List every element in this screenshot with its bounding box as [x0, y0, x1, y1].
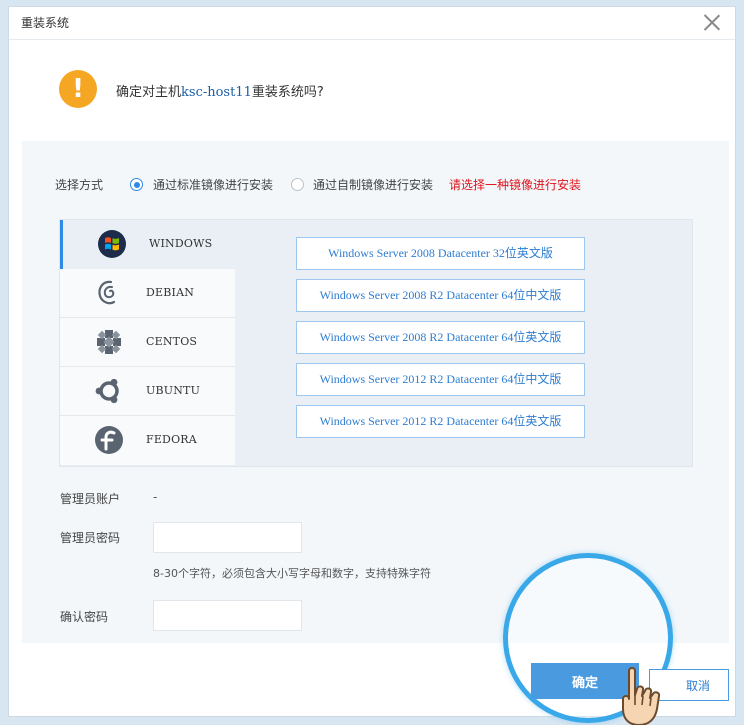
os-item-windows[interactable]: WINDOWS [60, 220, 235, 269]
os-item-fedora[interactable]: FEDORA [60, 416, 235, 465]
os-item-ubuntu[interactable]: UBUNTU [60, 367, 235, 416]
select-image-hint: 请选择一种镜像进行安装 [449, 178, 582, 192]
dialog-titlebar: 重装系统 [9, 7, 735, 40]
os-name-centos: CENTOS [146, 335, 198, 348]
version-option[interactable]: Windows Server 2008 R2 Datacenter 64位英文版 [296, 321, 585, 354]
confirm-prefix: 确定对主机 [116, 85, 182, 100]
confirm-suffix: 重装系统吗? [251, 85, 324, 100]
confirm-password-input[interactable] [153, 600, 302, 631]
admin-account-value: - [153, 490, 158, 504]
admin-account-label: 管理员账户 [60, 492, 121, 506]
debian-icon [98, 280, 116, 305]
os-name-windows: WINDOWS [149, 237, 213, 250]
ok-button[interactable]: 确定 [531, 663, 639, 699]
admin-password-label: 管理员密码 [60, 531, 121, 545]
version-option[interactable]: Windows Server 2012 R2 Datacenter 64位中文版 [296, 363, 585, 396]
select-method-label: 选择方式 [55, 178, 104, 192]
radio-standard-image[interactable] [130, 178, 143, 191]
os-name-debian: DEBIAN [146, 286, 195, 299]
version-option[interactable]: Windows Server 2008 R2 Datacenter 64位中文版 [296, 279, 585, 312]
ubuntu-icon [95, 378, 119, 404]
os-item-debian[interactable]: DEBIAN [60, 269, 235, 318]
cancel-button[interactable]: 取消 [649, 669, 729, 701]
close-icon[interactable] [703, 13, 721, 31]
confirm-text: 确定对主机ksc-host11重装系统吗? [116, 81, 324, 100]
dialog-title: 重装系统 [21, 16, 70, 30]
fedora-icon [95, 426, 123, 454]
settings-panel: 选择方式 通过标准镜像进行安装 通过自制镜像进行安装 请选择一种镜像进行安装 W… [22, 141, 729, 643]
confirm-password-label: 确认密码 [60, 610, 109, 624]
os-selector: WINDOWS DEBIAN CENTOS UBUNTU FEDORA Wind… [59, 219, 693, 467]
radio-standard-image-label[interactable]: 通过标准镜像进行安装 [153, 176, 273, 193]
os-name-ubuntu: UBUNTU [146, 384, 201, 397]
windows-icon [98, 230, 126, 258]
os-name-fedora: FEDORA [146, 433, 197, 446]
reinstall-dialog: 重装系统 ! 确定对主机ksc-host11重装系统吗? 选择方式 通过标准镜像… [8, 6, 736, 725]
version-option[interactable]: Windows Server 2008 Datacenter 32位英文版 [296, 237, 585, 270]
cancel-label: 取消 [685, 678, 710, 693]
host-name: ksc-host11 [181, 85, 252, 100]
os-item-centos[interactable]: CENTOS [60, 318, 235, 367]
radio-custom-image-label[interactable]: 通过自制镜像进行安装 [313, 176, 433, 193]
password-hint: 8-30个字符，必须包含大小写字母和数字，支持特殊字符 [153, 567, 431, 580]
radio-custom-image[interactable] [291, 178, 304, 191]
centos-icon [97, 330, 121, 354]
version-option[interactable]: Windows Server 2012 R2 Datacenter 64位英文版 [296, 405, 585, 438]
warning-icon: ! [59, 70, 97, 108]
os-list: WINDOWS DEBIAN CENTOS UBUNTU FEDORA [60, 220, 235, 466]
admin-password-input[interactable] [153, 522, 302, 553]
